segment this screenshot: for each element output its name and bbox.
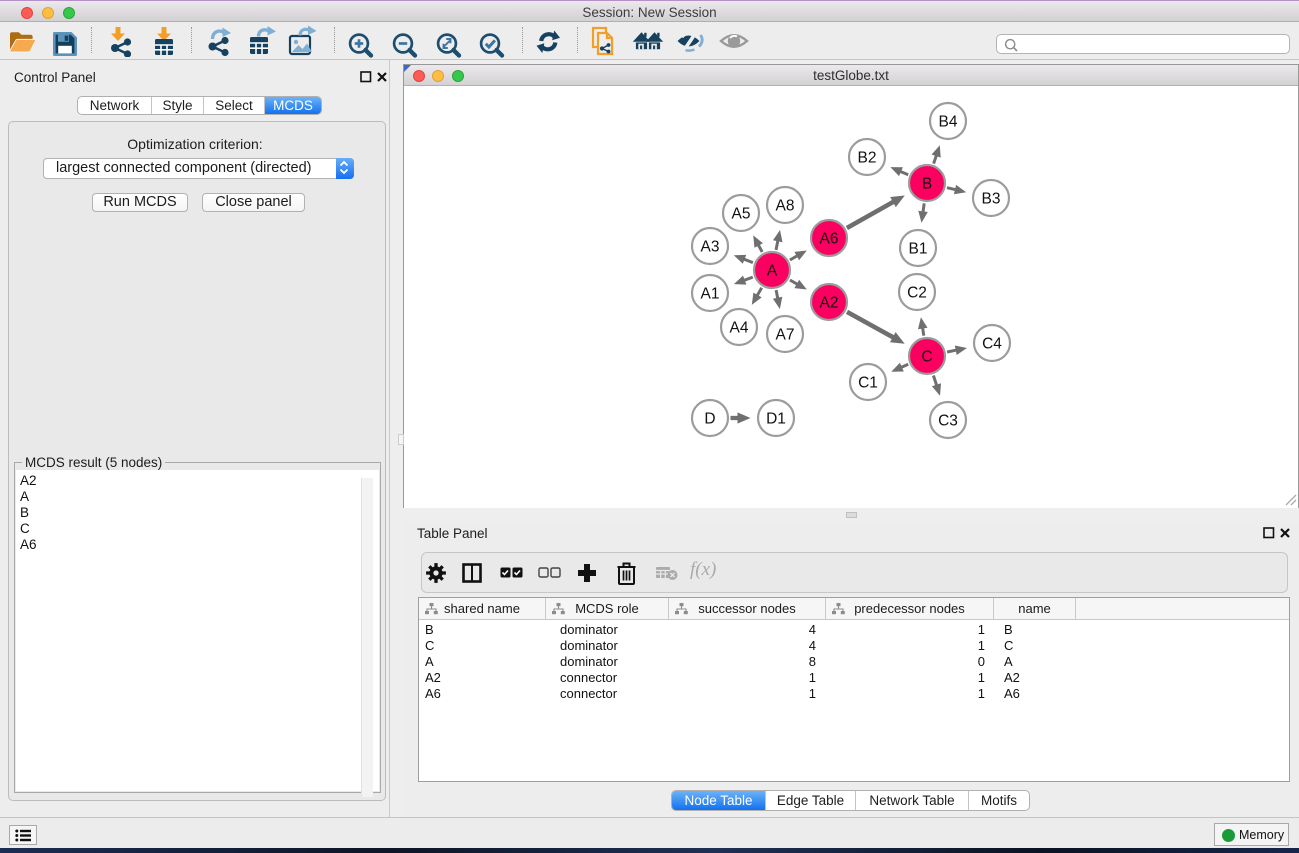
svg-text:A5: A5 bbox=[732, 206, 751, 223]
svg-text:B2: B2 bbox=[858, 150, 877, 167]
svg-text:B1: B1 bbox=[909, 241, 928, 258]
svg-text:B: B bbox=[922, 176, 932, 193]
svg-text:B4: B4 bbox=[939, 114, 958, 131]
svg-text:C4: C4 bbox=[982, 336, 1002, 353]
svg-text:A: A bbox=[767, 263, 778, 280]
svg-text:A2: A2 bbox=[820, 295, 839, 312]
svg-text:D: D bbox=[704, 411, 715, 428]
svg-text:A6: A6 bbox=[820, 231, 839, 248]
svg-text:A1: A1 bbox=[701, 286, 720, 303]
svg-text:C3: C3 bbox=[938, 413, 958, 430]
svg-text:C: C bbox=[921, 349, 932, 366]
svg-text:A8: A8 bbox=[776, 198, 795, 215]
svg-text:C2: C2 bbox=[907, 285, 927, 302]
svg-text:A7: A7 bbox=[776, 327, 795, 344]
svg-text:A3: A3 bbox=[701, 239, 720, 256]
svg-text:A4: A4 bbox=[730, 320, 749, 337]
svg-text:C1: C1 bbox=[858, 375, 878, 392]
svg-text:B3: B3 bbox=[982, 191, 1001, 208]
svg-text:D1: D1 bbox=[766, 411, 786, 428]
